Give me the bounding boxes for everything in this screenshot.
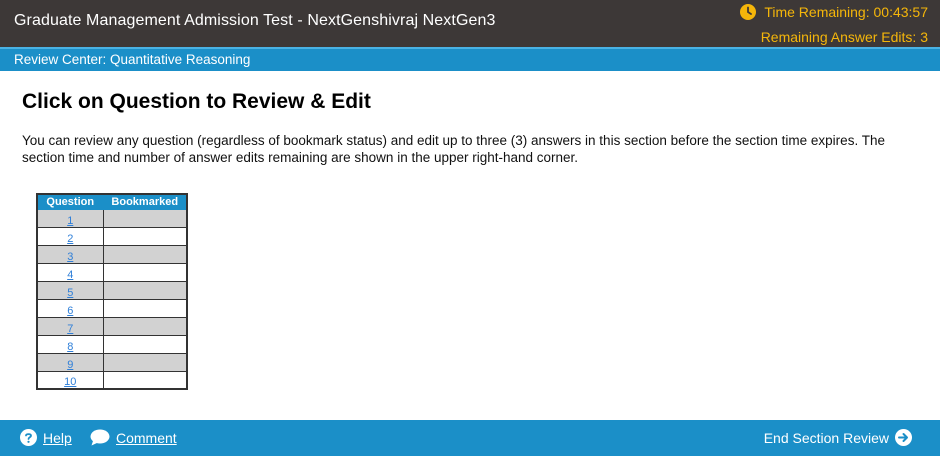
bookmarked-cell bbox=[102, 280, 188, 300]
question-cell: 10 bbox=[36, 370, 104, 390]
table-row: 4 bbox=[36, 262, 188, 282]
column-header-question: Question bbox=[36, 193, 104, 210]
table-row: 3 bbox=[36, 244, 188, 264]
question-link-9[interactable]: 9 bbox=[67, 359, 73, 371]
section-title: Review Center: Quantitative Reasoning bbox=[14, 52, 251, 67]
bookmarked-cell bbox=[102, 226, 188, 246]
question-link-6[interactable]: 6 bbox=[67, 305, 73, 317]
app-title: Graduate Management Admission Test - Nex… bbox=[14, 12, 496, 29]
instructions-text: You can review any question (regardless … bbox=[22, 133, 885, 165]
table-row: 2 bbox=[36, 226, 188, 246]
comment-button[interactable]: Comment bbox=[90, 429, 177, 446]
table-row: 7 bbox=[36, 316, 188, 336]
help-button[interactable]: Help bbox=[20, 429, 72, 446]
page-title: Click on Question to Review & Edit bbox=[22, 90, 371, 113]
question-cell: 1 bbox=[36, 208, 104, 228]
question-cell: 5 bbox=[36, 280, 104, 300]
comment-label: Comment bbox=[116, 429, 177, 446]
time-remaining: Time Remaining: 00:43:57 bbox=[740, 4, 928, 20]
table-row: 5 bbox=[36, 280, 188, 300]
question-link-10[interactable]: 10 bbox=[64, 376, 76, 388]
question-link-5[interactable]: 5 bbox=[67, 287, 73, 299]
table-row: 10 bbox=[36, 370, 188, 390]
column-header-bookmarked: Bookmarked bbox=[102, 193, 188, 210]
question-cell: 2 bbox=[36, 226, 104, 246]
end-section-review-label: End Section Review bbox=[763, 429, 889, 446]
help-icon bbox=[20, 429, 37, 446]
top-bar: Graduate Management Admission Test - Nex… bbox=[0, 0, 940, 47]
remaining-answer-edits: Remaining Answer Edits: 3 bbox=[760, 29, 928, 45]
bookmarked-cell bbox=[102, 370, 188, 390]
question-cell: 3 bbox=[36, 244, 104, 264]
question-cell: 7 bbox=[36, 316, 104, 336]
footer-bar: Help Comment End Section Review bbox=[0, 420, 940, 456]
table-header-row: Question Bookmarked bbox=[36, 193, 188, 210]
bookmarked-cell bbox=[102, 316, 188, 336]
table-row: 1 bbox=[36, 208, 188, 228]
clock-icon bbox=[740, 4, 757, 20]
bookmarked-cell bbox=[102, 262, 188, 282]
question-cell: 8 bbox=[36, 334, 104, 354]
bookmarked-cell bbox=[102, 352, 188, 372]
help-label: Help bbox=[43, 429, 72, 446]
table-row: 6 bbox=[36, 298, 188, 318]
question-link-4[interactable]: 4 bbox=[67, 269, 73, 281]
question-link-7[interactable]: 7 bbox=[67, 323, 73, 335]
question-link-1[interactable]: 1 bbox=[67, 215, 73, 227]
table-row: 8 bbox=[36, 334, 188, 354]
bookmarked-cell bbox=[102, 244, 188, 264]
question-link-2[interactable]: 2 bbox=[67, 233, 73, 245]
end-section-review-button[interactable]: End Section Review bbox=[764, 429, 912, 446]
question-link-3[interactable]: 3 bbox=[67, 251, 73, 263]
bookmarked-cell bbox=[102, 334, 188, 354]
bookmarked-cell bbox=[102, 208, 188, 228]
question-cell: 4 bbox=[36, 262, 104, 282]
time-remaining-text: Time Remaining: 00:43:57 bbox=[764, 4, 928, 20]
question-cell: 6 bbox=[36, 298, 104, 318]
table-row: 9 bbox=[36, 352, 188, 372]
arrow-right-circle-icon bbox=[895, 429, 912, 446]
bookmarked-cell bbox=[102, 298, 188, 318]
review-table: Question Bookmarked 1 2 3 4 5 6 7 8 9 10 bbox=[36, 193, 188, 390]
question-cell: 9 bbox=[36, 352, 104, 372]
comment-icon bbox=[90, 429, 110, 446]
question-link-8[interactable]: 8 bbox=[67, 341, 73, 353]
section-bar: Review Center: Quantitative Reasoning bbox=[0, 47, 940, 71]
